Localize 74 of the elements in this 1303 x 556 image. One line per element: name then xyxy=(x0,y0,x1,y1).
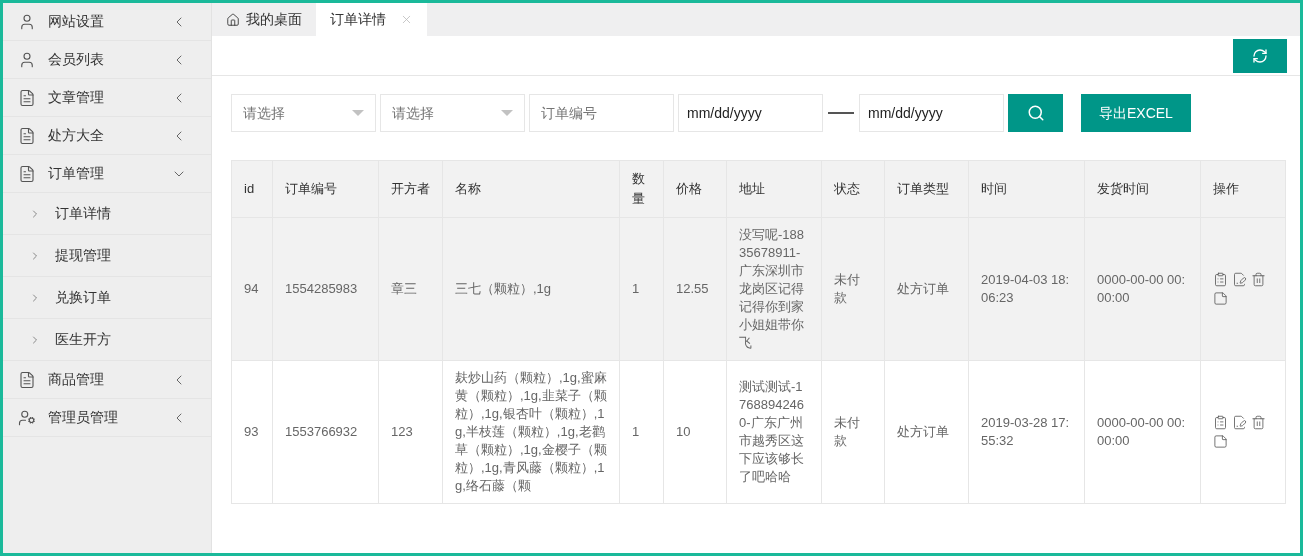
table-cell: 未付款 xyxy=(821,360,885,504)
clipboard-icon[interactable] xyxy=(1213,272,1228,287)
sidebar-item[interactable]: 订单管理 xyxy=(3,155,211,193)
sidebar-item[interactable]: 处方大全 xyxy=(3,117,211,155)
column-header: 状态 xyxy=(821,160,885,218)
table-cell: 1 xyxy=(619,360,664,504)
submenu-item[interactable]: 兑换订单 xyxy=(3,277,211,319)
document-icon xyxy=(18,126,36,145)
order-number-field[interactable]: 订单编号 xyxy=(529,94,674,132)
document-icon xyxy=(18,370,36,389)
edit-icon[interactable] xyxy=(1232,272,1247,287)
refresh-icon xyxy=(1252,47,1268,64)
document-icon xyxy=(18,164,36,183)
delete-icon[interactable] xyxy=(1251,415,1266,430)
tab[interactable]: 订单详情 xyxy=(316,3,427,36)
export-button[interactable]: 导出EXCEL xyxy=(1081,94,1191,132)
table-cell: 123 xyxy=(378,360,443,504)
table-cell: 94 xyxy=(231,217,273,361)
table-cell: 麸炒山药（颗粒）,1g,蜜麻黄（颗粒）,1g,韭菜子（颗粒）,1g,银杏叶（颗粒）,1g,半枝莲（颗粒）,1g,老鹳草（颗粒）,1g,金樱子（颗粒）,1g,青风藤（颗粒）,1g,络石藤（颗 xyxy=(442,360,620,504)
column-header: 发货时间 xyxy=(1084,160,1201,218)
column-header: id xyxy=(231,160,273,218)
column-header: 操作 xyxy=(1200,160,1286,218)
table-cell: 0000-00-00 00:00:00 xyxy=(1084,360,1201,504)
refresh-button[interactable] xyxy=(1233,38,1287,73)
search-button[interactable] xyxy=(1008,94,1063,132)
table-cell: 章三 xyxy=(378,217,443,361)
edit-icon[interactable] xyxy=(1232,415,1247,430)
submenu-item[interactable]: 医生开方 xyxy=(3,319,211,361)
user-icon xyxy=(18,50,36,69)
dropdown-caret-icon xyxy=(352,110,364,116)
clipboard-icon[interactable] xyxy=(1213,415,1228,430)
table-cell: 2019-04-03 18:06:23 xyxy=(968,217,1085,361)
sidebar-item[interactable]: 管理员管理 xyxy=(3,399,211,437)
note-icon[interactable] xyxy=(1213,434,1228,449)
table-cell: 10 xyxy=(663,360,727,504)
table-cell: 0000-00-00 00:00:00 xyxy=(1084,217,1201,361)
table-cell: 1554285983 xyxy=(272,217,379,361)
column-header: 订单编号 xyxy=(272,160,379,218)
table-cell: 93 xyxy=(231,360,273,504)
column-header: 开方者 xyxy=(378,160,443,218)
sidebar-item[interactable]: 网站设置 xyxy=(3,3,211,41)
table-cell: 未付款 xyxy=(821,217,885,361)
column-header: 数量 xyxy=(619,160,664,218)
sidebar-item[interactable]: 商品管理 xyxy=(3,361,211,399)
user-icon xyxy=(18,12,36,31)
sidebar-item[interactable]: 会员列表 xyxy=(3,41,211,79)
table-cell: 1553766932 xyxy=(272,360,379,504)
document-icon xyxy=(18,88,36,107)
column-header: 时间 xyxy=(968,160,1085,218)
dropdown-caret-icon xyxy=(501,110,513,116)
search-icon xyxy=(1026,104,1045,122)
date-field[interactable]: mm/dd/yyyy xyxy=(678,94,823,132)
submenu-item[interactable]: 订单详情 xyxy=(3,193,211,235)
table-cell: 12.55 xyxy=(663,217,727,361)
date-field[interactable]: mm/dd/yyyy xyxy=(859,94,1004,132)
table-cell: 处方订单 xyxy=(884,360,969,504)
column-header: 订单类型 xyxy=(884,160,969,218)
note-icon[interactable] xyxy=(1213,291,1228,306)
table-cell: 1 xyxy=(619,217,664,361)
select-field[interactable]: 请选择 xyxy=(231,94,376,132)
home-icon xyxy=(226,12,240,27)
user-gear-icon xyxy=(18,408,36,427)
sidebar-item[interactable]: 文章管理 xyxy=(3,79,211,117)
delete-icon[interactable] xyxy=(1251,272,1266,287)
submenu-item[interactable]: 提现管理 xyxy=(3,235,211,277)
table-cell: 没写呢-18835678911-广东深圳市龙岗区记得记得你到家小姐姐带你飞 xyxy=(726,217,822,361)
column-header: 名称 xyxy=(442,160,620,218)
table-cell: 三七（颗粒）,1g xyxy=(442,217,620,361)
table-cell: 测试测试-17688942460-广东广州市越秀区这下应该够长了吧哈哈 xyxy=(726,360,822,504)
table-cell: 处方订单 xyxy=(884,217,969,361)
column-header: 地址 xyxy=(726,160,822,218)
table-cell: 2019-03-28 17:55:32 xyxy=(968,360,1085,504)
column-header: 价格 xyxy=(663,160,727,218)
select-field[interactable]: 请选择 xyxy=(380,94,525,132)
